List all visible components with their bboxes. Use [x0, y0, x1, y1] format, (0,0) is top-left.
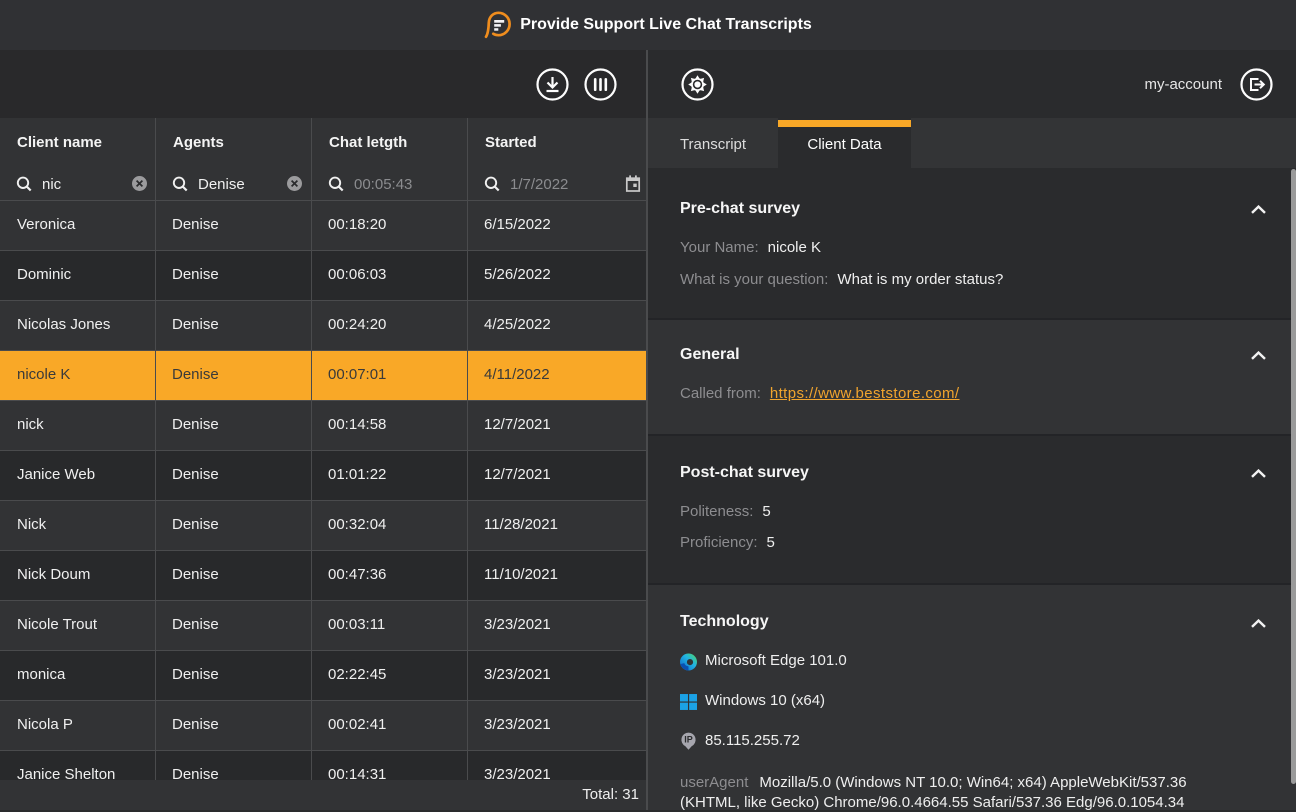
svg-text:IP: IP — [684, 735, 693, 745]
